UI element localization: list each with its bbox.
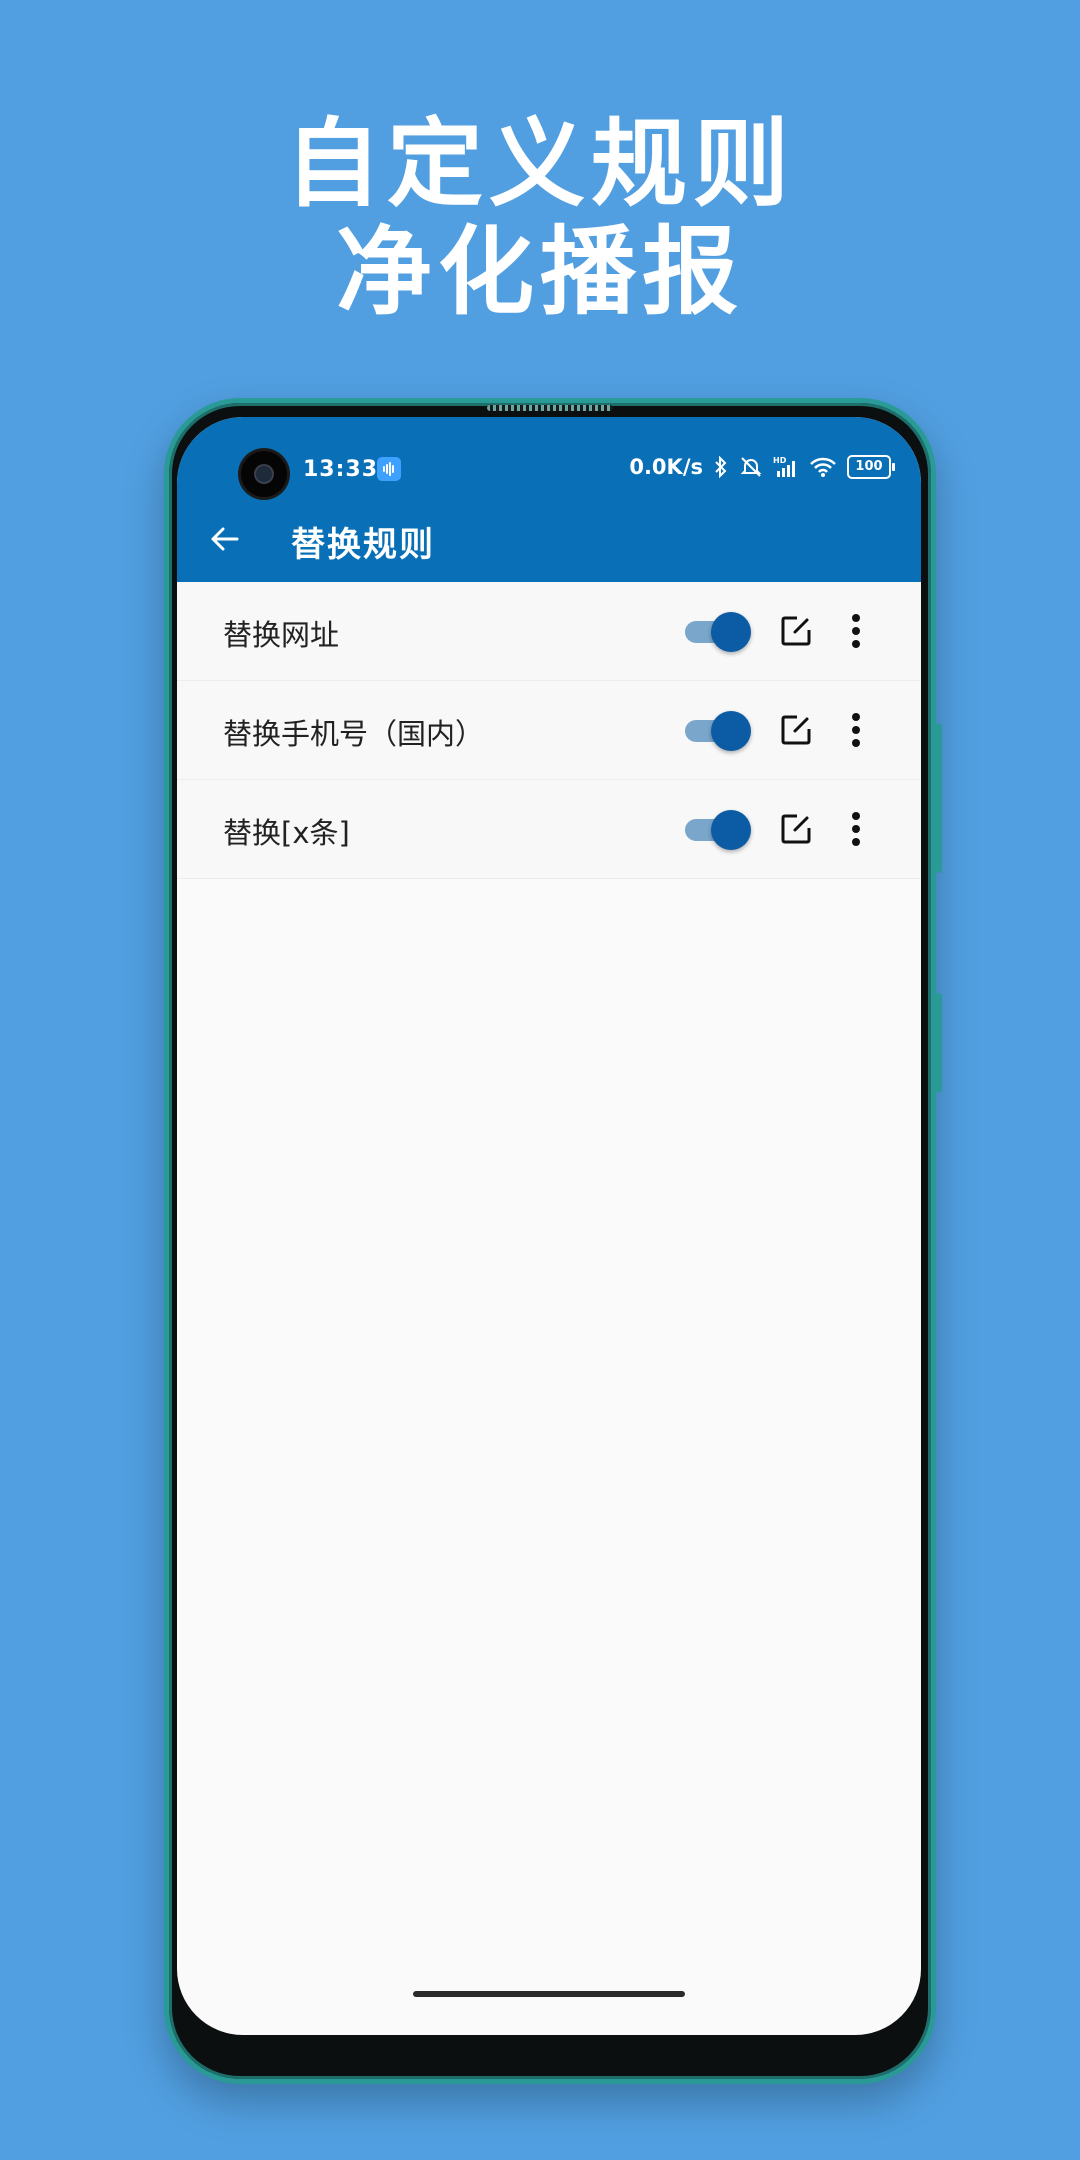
earpiece-speaker <box>487 405 613 411</box>
bluetooth-icon <box>715 455 727 479</box>
phone-screen: 13:33 0.0K/s HD 100 替换规则 替换网址 替换手机号（国内） … <box>177 417 921 2035</box>
edit-icon <box>781 616 811 646</box>
svg-text:HD: HD <box>773 456 787 465</box>
back-button[interactable] <box>205 519 245 559</box>
rule-list: 替换网址 替换手机号（国内） 替换[x条] <box>177 582 921 879</box>
toggle-thumb <box>711 612 751 652</box>
rule-toggle[interactable] <box>685 810 753 850</box>
promo-line-1: 自定义规则 <box>285 108 795 220</box>
more-options-button[interactable] <box>845 810 867 848</box>
front-camera <box>241 451 287 497</box>
rule-label: 替换网址 <box>223 618 340 652</box>
rule-toggle[interactable] <box>685 711 753 751</box>
rule-label: 替换[x条] <box>223 816 350 850</box>
network-speed: 0.0K/s <box>629 455 703 479</box>
more-options-button[interactable] <box>845 612 867 650</box>
more-options-button[interactable] <box>845 711 867 749</box>
power-button <box>936 993 942 1093</box>
wifi-icon <box>810 457 836 477</box>
promo-headline: 自定义规则 净化播报 <box>0 110 1080 326</box>
more-vert-icon <box>852 713 860 747</box>
page-title: 替换规则 <box>291 525 435 565</box>
edit-icon <box>781 715 811 745</box>
promo-line-2: 净化播报 <box>336 216 744 328</box>
more-vert-icon <box>852 812 860 846</box>
more-vert-icon <box>852 614 860 648</box>
phone-frame: 13:33 0.0K/s HD 100 替换规则 替换网址 替换手机号（国内） … <box>164 398 942 2084</box>
rule-label: 替换手机号（国内） <box>223 717 485 751</box>
hd-signal-icon: HD <box>773 456 795 477</box>
app-bar: 13:33 0.0K/s HD 100 替换规则 <box>177 417 921 582</box>
edit-button[interactable] <box>779 713 813 747</box>
volume-button <box>936 723 942 873</box>
status-icons: 0.0K/s HD 100 <box>629 455 895 479</box>
arrow-left-icon <box>211 527 239 551</box>
battery-icon: 100 <box>847 455 895 479</box>
voice-notification-icon <box>377 457 401 481</box>
rule-row[interactable]: 替换网址 <box>177 582 921 681</box>
toggle-thumb <box>711 810 751 850</box>
toggle-thumb <box>711 711 751 751</box>
mute-icon <box>740 457 762 477</box>
home-indicator[interactable] <box>413 1991 685 1997</box>
rule-toggle[interactable] <box>685 612 753 652</box>
edit-icon <box>781 814 811 844</box>
edit-button[interactable] <box>779 614 813 648</box>
edit-button[interactable] <box>779 812 813 846</box>
rule-row[interactable]: 替换手机号（国内） <box>177 681 921 780</box>
rule-row[interactable]: 替换[x条] <box>177 780 921 879</box>
status-time: 13:33 <box>303 457 379 482</box>
